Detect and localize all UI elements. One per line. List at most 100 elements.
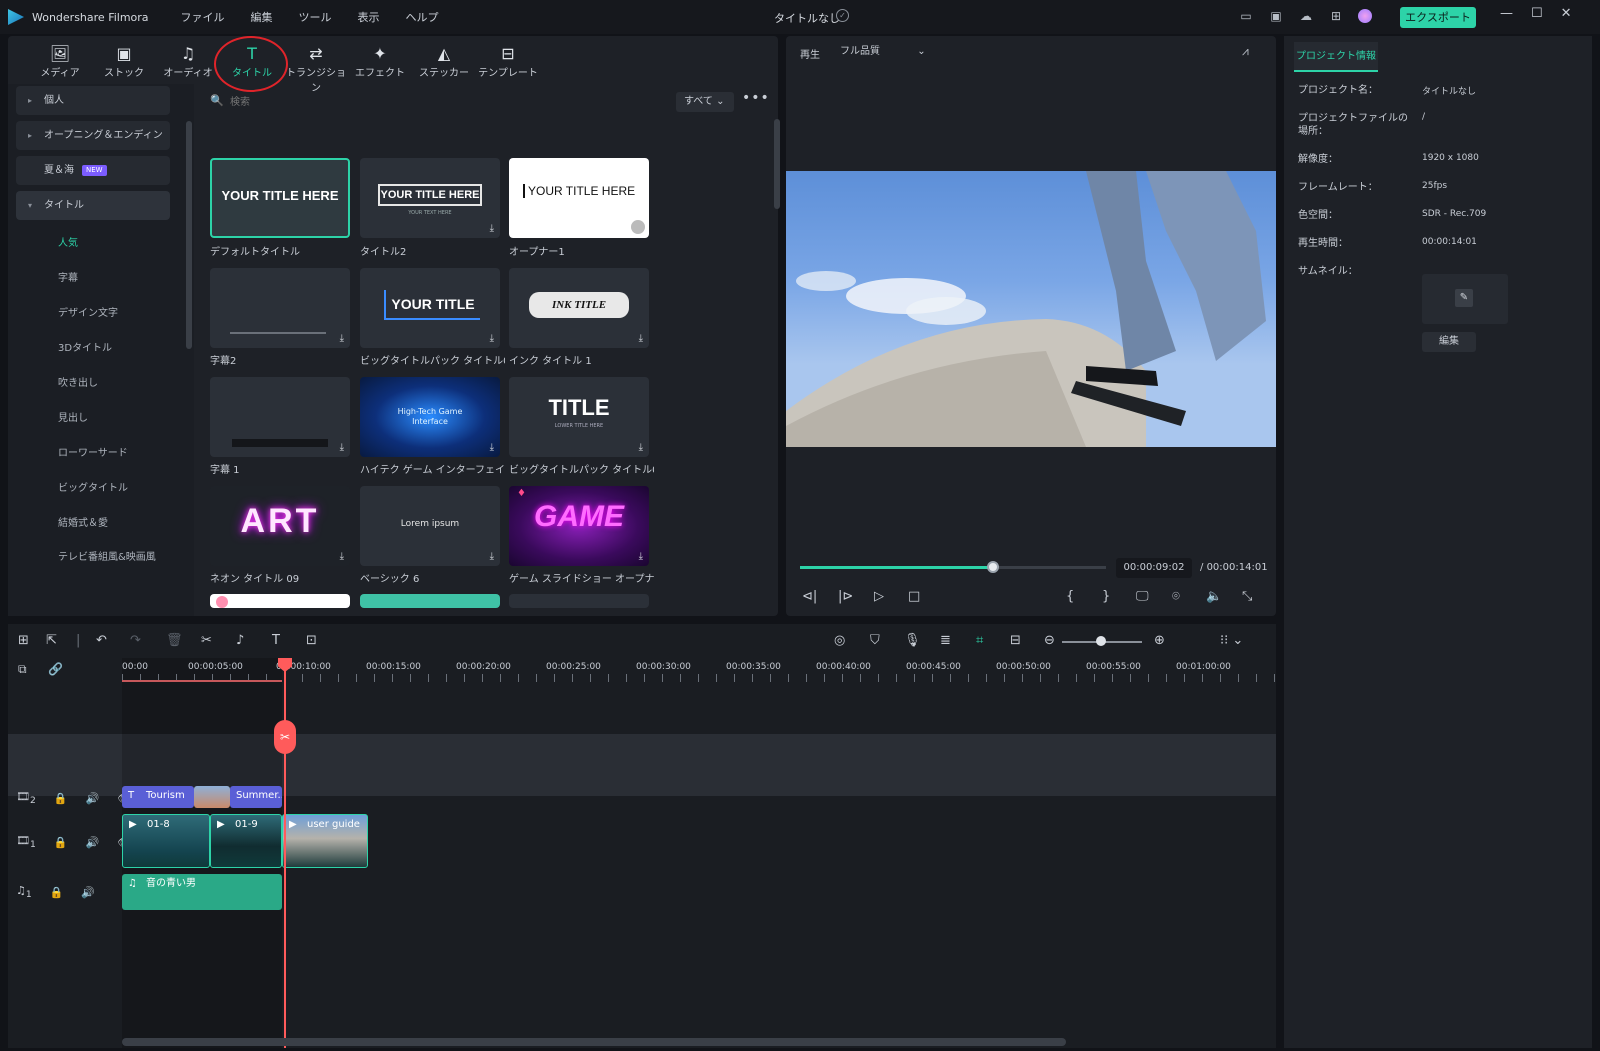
- video-clip-01-8[interactable]: ▶ 01-8: [122, 814, 210, 868]
- text-tool-icon[interactable]: T: [272, 633, 280, 648]
- title-card-ink1[interactable]: INK TITLE ⤓: [509, 268, 649, 348]
- title-card-opener1[interactable]: YOUR TITLE HERE: [509, 158, 649, 238]
- title-card-title2[interactable]: YOUR TITLE HERE YOUR TEXT HERE ⤓: [360, 158, 500, 238]
- voiceover-icon[interactable]: ≣: [940, 633, 951, 648]
- title-card-subtitle1[interactable]: ⤓: [210, 377, 350, 457]
- select-tool-icon[interactable]: ⇱: [46, 633, 57, 648]
- title-card-default[interactable]: YOUR TITLE HERE: [210, 158, 350, 238]
- title-card-subtitle2[interactable]: ⤓: [210, 268, 350, 348]
- display-icon[interactable]: 🖵: [1136, 589, 1149, 604]
- lock-icon[interactable]: 🔒: [54, 836, 68, 849]
- maximize-icon[interactable]: ☐: [1531, 6, 1543, 21]
- layout-icon[interactable]: ▭: [1238, 8, 1254, 24]
- menu-edit[interactable]: 編集: [251, 9, 273, 25]
- download-icon[interactable]: ⤓: [490, 551, 494, 562]
- undo-icon[interactable]: ↶: [96, 633, 107, 648]
- fit-icon[interactable]: ⊟: [1010, 633, 1021, 648]
- category-personal[interactable]: ▸ 個人: [16, 86, 170, 115]
- title-card-partial[interactable]: [210, 594, 350, 608]
- download-icon[interactable]: ⤓: [340, 442, 344, 453]
- avatar[interactable]: [1358, 9, 1372, 23]
- volume-icon[interactable]: 🔈: [1206, 589, 1222, 604]
- playhead-scissors-icon[interactable]: ✂: [274, 720, 296, 754]
- download-icon[interactable]: ⤓: [639, 551, 643, 562]
- tab-stickers[interactable]: ◭ ステッカー: [412, 36, 476, 84]
- tab-templates[interactable]: ⊟ テンプレート: [476, 36, 540, 84]
- edit-button[interactable]: 編集: [1422, 332, 1476, 352]
- view-options-icon[interactable]: ⁝⁝ ⌄: [1220, 633, 1243, 648]
- subcategory-subtitles[interactable]: 字幕: [58, 269, 78, 284]
- playback-progress-bar[interactable]: [800, 561, 1106, 573]
- scope-icon[interactable]: ⩘: [1242, 44, 1249, 59]
- mark-in-icon[interactable]: {: [1066, 589, 1074, 604]
- menu-help[interactable]: ヘルプ: [406, 9, 439, 25]
- download-icon[interactable]: ⤓: [340, 333, 344, 344]
- mark-out-icon[interactable]: }: [1102, 589, 1110, 604]
- download-icon[interactable]: [631, 220, 645, 234]
- subcategory-speech-bubbles[interactable]: 吹き出し: [58, 374, 98, 389]
- grid-icon[interactable]: ⊞: [1328, 8, 1344, 24]
- title-card-basic6[interactable]: Lorem ipsum ⤓: [360, 486, 500, 566]
- tab-audio[interactable]: ♫ オーディオ: [156, 36, 220, 84]
- prev-frame-icon[interactable]: ⊲|: [802, 589, 817, 604]
- tab-media[interactable]: 🖼 メディア: [28, 36, 92, 84]
- download-icon[interactable]: ⤓: [639, 442, 643, 453]
- subcategory-wedding-love[interactable]: 結婚式＆愛: [58, 514, 108, 529]
- title-card-bigtitle01[interactable]: TITLE LOWER TITLE HERE ⤓: [509, 377, 649, 457]
- category-opening-ending[interactable]: ▸オープニング＆エンディング: [16, 121, 170, 170]
- speaker-icon[interactable]: 🔊: [86, 792, 100, 805]
- filter-dropdown[interactable]: すべて ⌄: [676, 92, 734, 112]
- menu-view[interactable]: 表示: [358, 9, 380, 25]
- subcategory-lower-thirds[interactable]: ローワーサード: [58, 444, 128, 459]
- download-icon[interactable]: ⤓: [340, 551, 344, 562]
- progress-knob[interactable]: [986, 561, 999, 573]
- fullscreen-icon[interactable]: ⤡: [1242, 589, 1252, 604]
- snap-icon[interactable]: ⌗: [976, 633, 983, 648]
- category-summer-sea[interactable]: 夏＆海 NEW: [16, 156, 170, 185]
- title-card-hitech-game[interactable]: High-Tech Game Interface ⤓: [360, 377, 500, 457]
- subcategory-headings[interactable]: 見出し: [58, 409, 88, 424]
- sidebar-scrollbar[interactable]: [186, 121, 192, 349]
- marker-icon[interactable]: ⛉: [870, 633, 880, 648]
- cut-scissors-icon[interactable]: ✂: [201, 633, 212, 648]
- title-card-partial[interactable]: [509, 594, 649, 608]
- tab-effects[interactable]: ✦ エフェクト: [348, 36, 412, 84]
- minimize-icon[interactable]: —: [1500, 6, 1513, 21]
- video-clip-01-9[interactable]: ▶ 01-9: [210, 814, 282, 868]
- timeline-scrollbar[interactable]: [122, 1038, 1066, 1046]
- video-clip-user-guide[interactable]: ▶ user guide: [282, 814, 368, 868]
- audio-clip[interactable]: ♫ 音の青い男: [122, 874, 282, 910]
- title-card-partial[interactable]: [360, 594, 500, 608]
- video-preview[interactable]: [786, 171, 1276, 447]
- subcategory-tv-movie[interactable]: テレビ番組風&映画風: [58, 548, 156, 563]
- download-icon[interactable]: ⤓: [490, 223, 494, 234]
- download-icon[interactable]: ⤓: [490, 442, 494, 453]
- add-track-icon[interactable]: ⧉: [18, 662, 27, 677]
- subcategory-big-titles[interactable]: ビッグタイトル: [58, 479, 128, 494]
- current-time[interactable]: 00:00:09:02: [1116, 558, 1192, 578]
- snapshot-camera-icon[interactable]: ⌾: [1172, 589, 1180, 604]
- audio-split-icon[interactable]: ♪: [236, 633, 244, 648]
- menu-file[interactable]: ファイル: [181, 9, 225, 25]
- redo-icon[interactable]: ↷: [130, 633, 141, 648]
- speaker-icon[interactable]: 🔊: [86, 836, 100, 849]
- link-icon[interactable]: 🔗: [48, 662, 63, 676]
- edit-pencil-icon[interactable]: ✎: [1455, 289, 1473, 307]
- play-icon[interactable]: ▷: [874, 589, 884, 604]
- title-clip-summer[interactable]: Summer...: [230, 786, 282, 808]
- playhead-line[interactable]: [284, 660, 286, 1048]
- tab-stock[interactable]: ▣ ストック: [92, 36, 156, 84]
- download-icon[interactable]: ⤓: [639, 333, 643, 344]
- zoom-out-icon[interactable]: ⊖: [1044, 633, 1055, 648]
- tab-transitions[interactable]: ⇄ トランジション: [284, 36, 348, 94]
- quality-dropdown[interactable]: フル品質 ⌄: [836, 42, 932, 62]
- subcategory-popular[interactable]: 人気: [58, 234, 78, 249]
- title-clip-thumbnail[interactable]: [194, 786, 230, 808]
- subcategory-3d-titles[interactable]: 3Dタイトル: [58, 339, 112, 354]
- title-card-neon09[interactable]: ART ⤓: [210, 486, 350, 566]
- zoom-slider-knob[interactable]: [1096, 636, 1106, 646]
- render-icon[interactable]: ◎: [834, 633, 845, 648]
- subcategory-design-text[interactable]: デザイン文字: [58, 304, 118, 319]
- layout-grid-icon[interactable]: ⊞: [18, 633, 29, 648]
- lock-icon[interactable]: 🔒: [54, 792, 68, 805]
